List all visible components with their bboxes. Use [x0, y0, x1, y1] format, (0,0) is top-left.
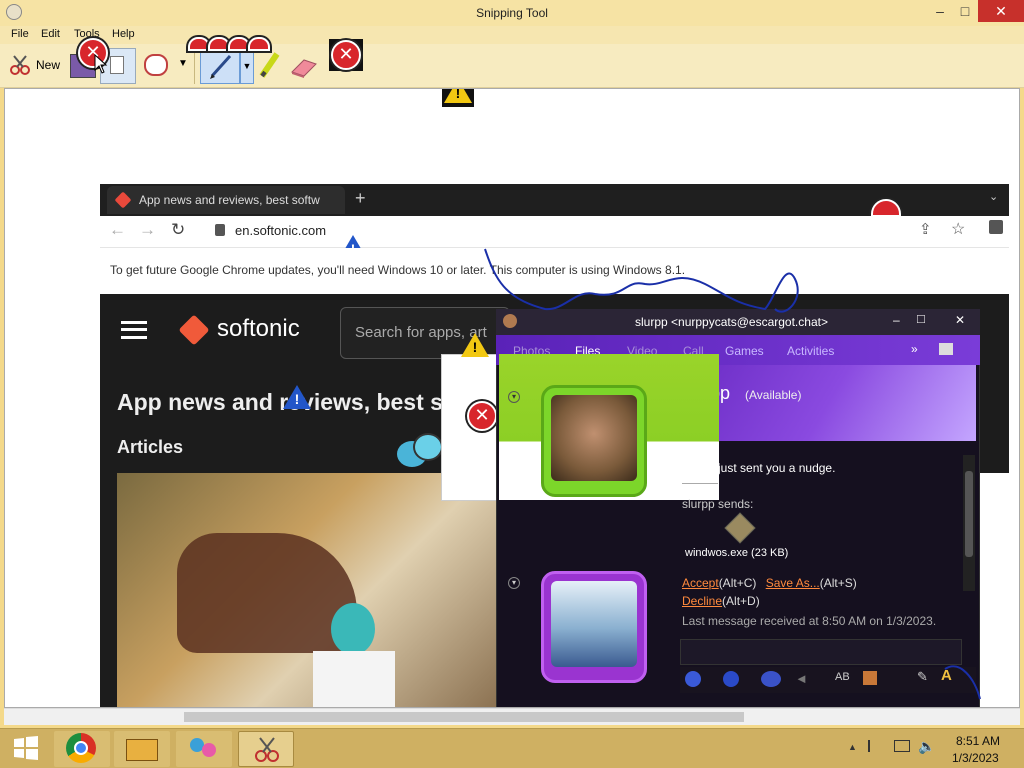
decline-shortcut: (Alt+D) [722, 594, 760, 608]
own-avatar [551, 581, 637, 667]
network-icon[interactable] [894, 740, 910, 752]
copy-icon [110, 56, 124, 74]
nudge-message: slurpp just sent you a nudge. [682, 461, 836, 475]
scissors-icon [10, 55, 30, 75]
back-button[interactable]: ← [109, 220, 126, 240]
accept-link[interactable]: Accept [682, 576, 719, 590]
horizontal-scrollbar[interactable] [4, 708, 1020, 725]
taskbar-file-explorer[interactable] [114, 731, 170, 767]
snip-canvas[interactable]: ! App news and reviews, best softw + ⌄ ←… [4, 88, 1020, 708]
pen-scribble [484, 248, 799, 313]
volume-icon[interactable]: 🔈 [918, 738, 935, 755]
save-as-shortcut: (Alt+S) [819, 576, 857, 590]
nudge-icon[interactable]: ◄ [795, 671, 808, 686]
accept-shortcut: (Alt+C) [718, 576, 757, 590]
voice-clip-icon[interactable] [761, 671, 781, 687]
tray-overflow-icon[interactable]: ▲ [848, 742, 857, 752]
articles-heading: Articles [117, 437, 184, 457]
eraser-icon[interactable] [288, 54, 320, 80]
more-tabs-icon[interactable]: » [911, 342, 918, 356]
warning-icon: ! [461, 333, 489, 357]
clock-time[interactable]: 8:51 AM [956, 734, 1000, 748]
highlighter-icon[interactable] [257, 50, 283, 80]
new-tab-button[interactable]: + [355, 188, 366, 209]
message-input[interactable] [680, 639, 962, 665]
softonic-logo[interactable]: softonic [217, 315, 300, 343]
pen-button[interactable] [200, 48, 240, 84]
decline-link[interactable]: Decline [682, 594, 722, 608]
accept-row: Accept(Alt+C) Save As...(Alt+S) [682, 576, 857, 590]
toolbar-divider [194, 46, 195, 84]
save-as-link[interactable]: Save As... [766, 576, 820, 590]
pen-icon [210, 54, 232, 79]
menu-bar [0, 26, 1024, 44]
tab-activities[interactable]: Activities [787, 344, 834, 358]
scissors-icon [255, 737, 279, 762]
window-title: Snipping Tool [476, 6, 548, 20]
error-icon: ✕ [467, 401, 497, 431]
new-label: New [36, 58, 61, 72]
own-avatar-frame [541, 571, 647, 683]
chat-scrollbar[interactable] [963, 455, 975, 591]
windows-start-icon[interactable] [12, 734, 40, 762]
info-warning-icon: ! [283, 385, 311, 409]
pen-dropdown[interactable]: ▼ [240, 48, 254, 84]
maximize-button[interactable]: □ [955, 0, 975, 22]
browser-tab[interactable]: App news and reviews, best softw [107, 186, 345, 214]
collapse-avatar-toggle[interactable]: ▾ [508, 391, 520, 403]
wink-icon[interactable] [723, 671, 739, 687]
taskbar-messenger[interactable] [176, 731, 232, 767]
article-image[interactable] [117, 473, 500, 707]
clock-date[interactable]: 1/3/2023 [952, 751, 999, 765]
hamburger-menu-icon[interactable] [121, 321, 147, 339]
chrome-icon [66, 733, 96, 763]
handwriting-icon[interactable]: ✎ [917, 669, 928, 685]
file-name: windwos.exe (23 KB) [685, 547, 789, 559]
forward-button[interactable]: → [139, 220, 156, 240]
lock-icon [215, 224, 225, 236]
error-box: ✕ [329, 39, 363, 71]
last-message-time: Last message received at 8:50 AM on 1/3/… [682, 614, 937, 628]
send-dropdown-arrow[interactable]: ▼ [178, 58, 188, 69]
chat-menu-icon[interactable] [939, 343, 953, 355]
warning-box: ! [442, 89, 474, 107]
tab-games[interactable]: Games [725, 344, 764, 358]
url-text[interactable]: en.softonic.com [235, 223, 326, 238]
contact-avatar-frame [541, 385, 647, 497]
decline-row: Decline(Alt+D) [682, 594, 760, 608]
message-divider [682, 483, 718, 484]
sends-label: slurpp sends: [682, 497, 754, 511]
tab-search-icon[interactable]: ⌄ [989, 190, 998, 203]
menu-file[interactable]: File [11, 28, 29, 40]
font-icon[interactable]: AB [835, 671, 850, 683]
close-button[interactable]: ✕ [978, 0, 1024, 22]
bookmark-star-icon[interactable]: ☆ [951, 219, 965, 239]
tab-title: App news and reviews, best softw [139, 193, 320, 207]
send-snip-icon[interactable] [144, 54, 168, 76]
contact-status: (Available) [745, 388, 802, 402]
softonic-favicon [114, 191, 132, 209]
pen-scribble [944, 665, 981, 700]
taskbar-snipping-tool[interactable] [238, 731, 294, 767]
mouse-cursor-icon [94, 54, 108, 74]
action-center-flag-icon[interactable] [868, 740, 880, 752]
taskbar-chrome[interactable] [54, 731, 110, 767]
cat-avatar [551, 395, 637, 481]
menu-edit[interactable]: Edit [41, 28, 60, 40]
scrollbar-thumb[interactable] [184, 712, 744, 722]
folder-icon [126, 739, 158, 761]
background-icon[interactable] [863, 671, 877, 685]
new-snip-button[interactable]: New [6, 52, 66, 78]
minimize-button[interactable]: – [930, 0, 950, 22]
reload-button[interactable]: ↻ [171, 220, 185, 240]
extensions-icon[interactable] [989, 220, 1003, 234]
collapse-own-avatar-toggle[interactable]: ▾ [508, 577, 520, 589]
error-icons-stack [188, 37, 278, 51]
emoticon-icon[interactable] [685, 671, 701, 687]
menu-help[interactable]: Help [112, 28, 135, 40]
share-icon[interactable]: ⇪ [919, 220, 932, 238]
